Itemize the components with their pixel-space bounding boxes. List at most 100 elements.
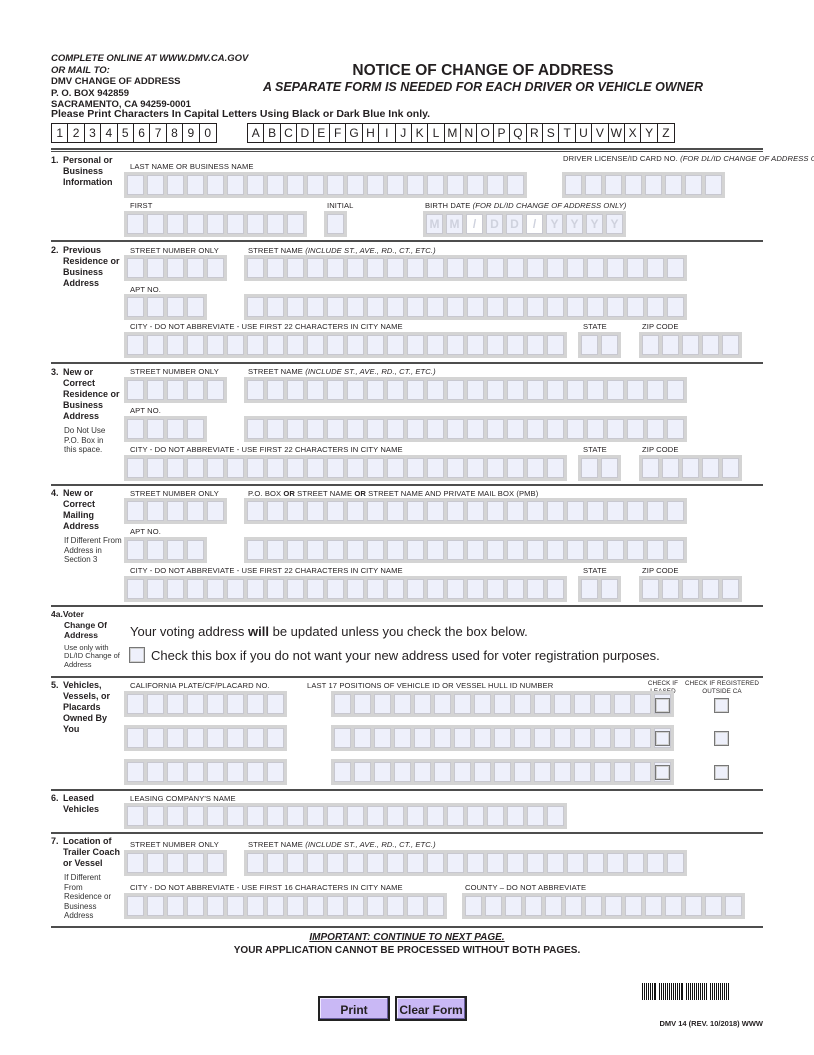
leasing-company-input[interactable] — [124, 803, 567, 829]
character-box[interactable] — [427, 853, 444, 873]
character-box[interactable] — [601, 458, 618, 478]
character-box[interactable] — [627, 501, 644, 521]
character-box[interactable] — [507, 540, 524, 560]
character-box[interactable] — [625, 175, 642, 195]
character-box[interactable] — [467, 579, 484, 599]
character-box[interactable] — [247, 579, 264, 599]
character-box[interactable] — [367, 896, 384, 916]
character-box[interactable] — [127, 458, 144, 478]
character-box[interactable] — [207, 806, 224, 826]
character-box[interactable] — [327, 579, 344, 599]
character-box[interactable] — [227, 806, 244, 826]
character-box[interactable] — [682, 579, 699, 599]
character-box[interactable] — [627, 258, 644, 278]
character-box[interactable] — [414, 762, 431, 782]
character-box[interactable] — [307, 579, 324, 599]
character-box[interactable] — [594, 694, 611, 714]
character-box[interactable] — [187, 214, 204, 234]
street-number-input[interactable] — [124, 850, 227, 876]
character-box[interactable] — [367, 297, 384, 317]
character-box[interactable] — [447, 540, 464, 560]
character-box[interactable] — [594, 728, 611, 748]
character-box[interactable] — [167, 419, 184, 439]
character-box[interactable] — [167, 896, 184, 916]
character-box[interactable] — [447, 501, 464, 521]
character-box[interactable] — [467, 806, 484, 826]
character-box[interactable] — [187, 175, 204, 195]
character-box[interactable] — [487, 419, 504, 439]
character-box[interactable] — [627, 540, 644, 560]
character-box[interactable] — [645, 896, 662, 916]
character-box[interactable] — [467, 540, 484, 560]
character-box[interactable] — [287, 175, 304, 195]
character-box[interactable] — [487, 540, 504, 560]
character-box[interactable] — [207, 458, 224, 478]
character-box[interactable] — [367, 853, 384, 873]
character-box[interactable] — [147, 214, 164, 234]
character-box[interactable] — [507, 501, 524, 521]
character-box[interactable] — [574, 694, 591, 714]
character-box[interactable] — [722, 335, 739, 355]
character-box[interactable] — [247, 175, 264, 195]
character-box[interactable] — [267, 728, 284, 748]
character-box[interactable] — [547, 297, 564, 317]
character-box[interactable] — [494, 762, 511, 782]
character-box[interactable] — [267, 806, 284, 826]
character-box[interactable] — [267, 853, 284, 873]
character-box[interactable] — [454, 694, 471, 714]
character-box[interactable] — [527, 806, 544, 826]
character-box[interactable] — [354, 762, 371, 782]
character-box[interactable] — [487, 297, 504, 317]
character-box[interactable] — [547, 380, 564, 400]
character-box[interactable] — [507, 579, 524, 599]
character-box[interactable] — [507, 297, 524, 317]
character-box[interactable] — [307, 896, 324, 916]
character-box[interactable]: Y — [606, 214, 623, 234]
character-box[interactable] — [607, 258, 624, 278]
character-box[interactable] — [587, 258, 604, 278]
character-box[interactable] — [507, 258, 524, 278]
outside-ca-checkbox-3[interactable] — [714, 765, 729, 780]
character-box[interactable] — [565, 896, 582, 916]
character-box[interactable] — [247, 297, 264, 317]
character-box[interactable] — [347, 458, 364, 478]
character-box[interactable] — [667, 258, 684, 278]
character-box[interactable]: D — [506, 214, 523, 234]
character-box[interactable] — [682, 458, 699, 478]
character-box[interactable] — [581, 579, 598, 599]
character-box[interactable] — [467, 501, 484, 521]
character-box[interactable] — [407, 458, 424, 478]
character-box[interactable] — [374, 728, 391, 748]
character-box[interactable] — [547, 335, 564, 355]
character-box[interactable] — [467, 335, 484, 355]
character-box[interactable] — [527, 853, 544, 873]
character-box[interactable] — [387, 258, 404, 278]
character-box[interactable] — [147, 380, 164, 400]
character-box[interactable] — [414, 728, 431, 748]
character-box[interactable] — [187, 501, 204, 521]
character-box[interactable] — [307, 297, 324, 317]
character-box[interactable] — [187, 853, 204, 873]
character-box[interactable] — [447, 258, 464, 278]
character-box[interactable] — [267, 458, 284, 478]
character-box[interactable] — [387, 458, 404, 478]
character-box[interactable] — [207, 335, 224, 355]
character-box[interactable] — [607, 853, 624, 873]
character-box[interactable] — [387, 335, 404, 355]
character-box[interactable] — [267, 214, 284, 234]
character-box[interactable] — [347, 806, 364, 826]
character-box[interactable] — [187, 579, 204, 599]
character-box[interactable] — [147, 806, 164, 826]
character-box[interactable] — [447, 419, 464, 439]
character-box[interactable] — [447, 335, 464, 355]
character-box[interactable] — [167, 728, 184, 748]
character-box[interactable] — [267, 380, 284, 400]
last-name-input[interactable] — [124, 172, 527, 198]
character-box[interactable] — [167, 297, 184, 317]
character-box[interactable] — [187, 380, 204, 400]
character-box[interactable] — [367, 806, 384, 826]
character-box[interactable] — [327, 540, 344, 560]
character-box[interactable] — [554, 762, 571, 782]
character-box[interactable] — [287, 458, 304, 478]
character-box[interactable] — [527, 501, 544, 521]
